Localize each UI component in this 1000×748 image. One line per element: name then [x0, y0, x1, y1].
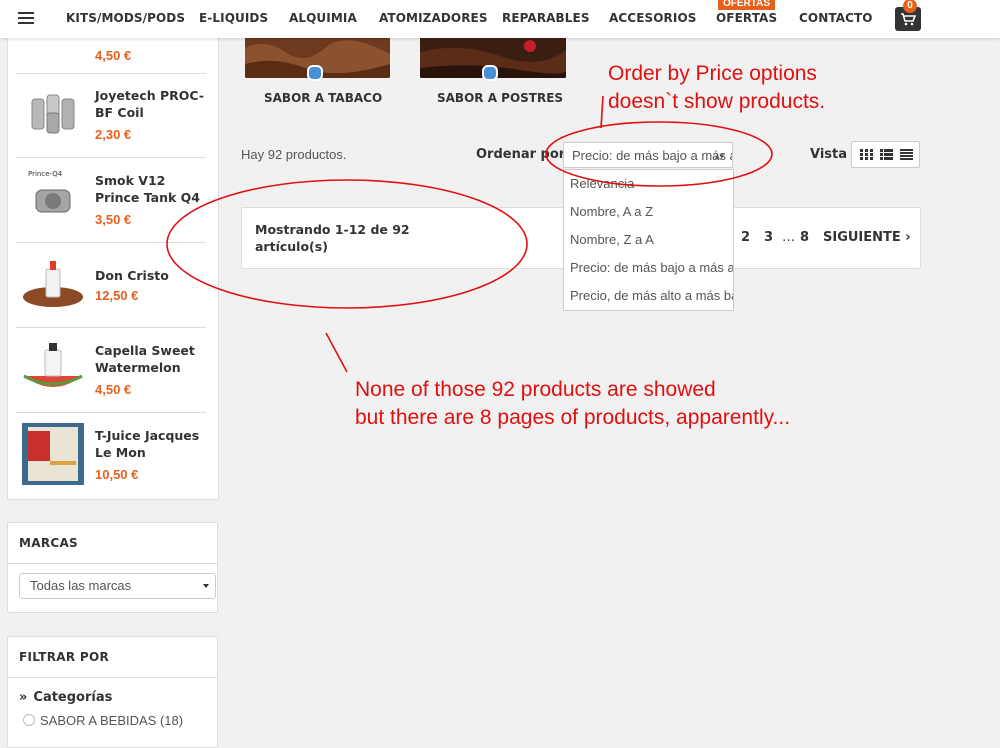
- product-name[interactable]: Don Cristo: [95, 267, 210, 284]
- list-view-icon[interactable]: [880, 149, 893, 160]
- grid-view-icon[interactable]: [860, 149, 873, 160]
- product-count: Hay 92 productos.: [241, 147, 347, 162]
- sidebar-products-card: 4,50 € Joyetech PROC-BF Coil 2,30 € Prin…: [7, 5, 219, 500]
- sidebar-product[interactable]: Prince-Q4 Smok V12 Prince Tank Q4 3,50 €: [16, 158, 206, 243]
- page-ellipsis: …: [782, 230, 795, 245]
- sort-select[interactable]: Precio: de más bajo a más alto ▴▾: [563, 142, 733, 168]
- product-thumbnail: [23, 261, 83, 307]
- product-name[interactable]: Smok V12 Prince Tank Q4: [95, 172, 210, 206]
- nav-item-accesorios[interactable]: ACCESORIOS: [609, 11, 697, 25]
- product-price: 2,30 €: [95, 127, 132, 142]
- annotation-top-note: Order by Price options doesn`t show prod…: [608, 60, 825, 116]
- category-filter-option[interactable]: SABOR A BEBIDAS (18): [23, 713, 183, 728]
- nav-item-reparables[interactable]: REPARABLES: [502, 11, 590, 25]
- sidebar-product[interactable]: Don Cristo 12,50 €: [16, 243, 206, 328]
- annotation-line-text: doesn`t show products.: [608, 90, 826, 113]
- product-price: 3,50 €: [95, 212, 132, 227]
- nav-item-kits[interactable]: KITS/MODS/PODS: [66, 11, 185, 25]
- sort-option-price-desc[interactable]: Precio, de más alto a más bajo: [564, 282, 733, 310]
- sort-selected-value: Precio: de más bajo a más alto: [572, 148, 733, 163]
- product-name[interactable]: Joyetech PROC-BF Coil: [95, 87, 210, 121]
- radio-icon[interactable]: [23, 714, 35, 726]
- svg-text:Prince-Q4: Prince-Q4: [28, 170, 63, 178]
- category-dot-icon: [482, 65, 498, 81]
- menu-icon[interactable]: [18, 12, 34, 26]
- page-link[interactable]: 3: [764, 230, 773, 245]
- product-price: 4,50 €: [95, 382, 132, 397]
- sidebar-product[interactable]: Capella Sweet Watermelon 4,50 €: [16, 328, 206, 413]
- sort-option-price-asc[interactable]: Precio: de más bajo a más alto: [564, 254, 733, 282]
- product-thumbnail: [23, 343, 83, 387]
- sidebar-product[interactable]: Joyetech PROC-BF Coil 2,30 €: [16, 73, 206, 158]
- nav-item-alquimia[interactable]: ALQUIMIA: [289, 11, 357, 25]
- next-page-link[interactable]: SIGUIENTE ›: [823, 230, 911, 245]
- annotation-line-text: but there are 8 pages of products, appar…: [355, 406, 791, 429]
- category-label[interactable]: SABOR A TABACO: [264, 91, 382, 105]
- view-label: Vista: [810, 147, 848, 162]
- product-thumbnail: Prince-Q4: [28, 170, 71, 213]
- annotation-line-text: Order by Price options: [608, 62, 817, 85]
- ofertas-badge: OFERTAS: [718, 0, 776, 10]
- product-thumbnail: [22, 423, 84, 485]
- double-chevron-icon: »: [19, 690, 28, 705]
- nav-item-ofertas[interactable]: OFERTAS: [716, 11, 777, 25]
- sidebar-product[interactable]: T-Juice Jacques Le Mon 10,50 €: [16, 413, 206, 497]
- sort-option-relevancia[interactable]: Relevancia: [564, 170, 733, 198]
- sort-option-name-az[interactable]: Nombre, A a Z: [564, 198, 733, 226]
- brands-title: MARCAS: [8, 523, 217, 564]
- product-thumbnail: [31, 94, 75, 134]
- categories-label: Categorías: [33, 690, 113, 705]
- filter-title: FILTRAR POR: [8, 637, 217, 678]
- cart-icon: [901, 13, 916, 26]
- showing-count: Mostrando 1-12 de 92 artículo(s): [255, 222, 410, 254]
- nav-item-contacto[interactable]: CONTACTO: [799, 11, 873, 25]
- annotation-line-text: None of those 92 products are showed: [355, 378, 716, 401]
- annotation-bottom-note: None of those 92 products are showed but…: [355, 376, 790, 432]
- category-dot-icon: [307, 65, 323, 81]
- chevron-down-icon: [203, 584, 209, 588]
- product-price: 10,50 €: [95, 467, 139, 482]
- product-price: 12,50 €: [95, 288, 139, 303]
- filter-categories-heading: » Categorías: [19, 690, 112, 705]
- brands-select-value: Todas las marcas: [30, 578, 132, 593]
- product-name[interactable]: T-Juice Jacques Le Mon: [95, 427, 210, 461]
- product-name[interactable]: Capella Sweet Watermelon: [95, 342, 210, 376]
- nav-item-eliquids[interactable]: E-LIQUIDS: [199, 11, 268, 25]
- annotation-line: [325, 332, 348, 373]
- sort-label: Ordenar por:: [476, 147, 571, 162]
- category-option-label: SABOR A BEBIDAS (18): [40, 713, 184, 728]
- brands-select[interactable]: Todas las marcas: [19, 573, 216, 599]
- sort-arrows-icon: ▴▾: [714, 151, 724, 161]
- annotation-line: [600, 95, 604, 129]
- view-mode-group: [851, 141, 920, 168]
- brands-card: MARCAS Todas las marcas: [7, 522, 218, 613]
- product-price: 4,50 €: [95, 48, 132, 63]
- sort-dropdown: Relevancia Nombre, A a Z Nombre, Z a A P…: [563, 169, 734, 311]
- sort-option-name-za[interactable]: Nombre, Z a A: [564, 226, 733, 254]
- page-link[interactable]: 8: [800, 230, 809, 245]
- nav-item-atomizadores[interactable]: ATOMIZADORES: [379, 11, 488, 25]
- top-navigation: KITS/MODS/PODS E-LIQUIDS ALQUIMIA ATOMIZ…: [0, 0, 1000, 38]
- page-link[interactable]: 2: [741, 230, 750, 245]
- category-label[interactable]: SABOR A POSTRES: [437, 91, 563, 105]
- compact-view-icon[interactable]: [900, 149, 913, 160]
- filter-card: FILTRAR POR » Categorías SABOR A BEBIDAS …: [7, 636, 218, 748]
